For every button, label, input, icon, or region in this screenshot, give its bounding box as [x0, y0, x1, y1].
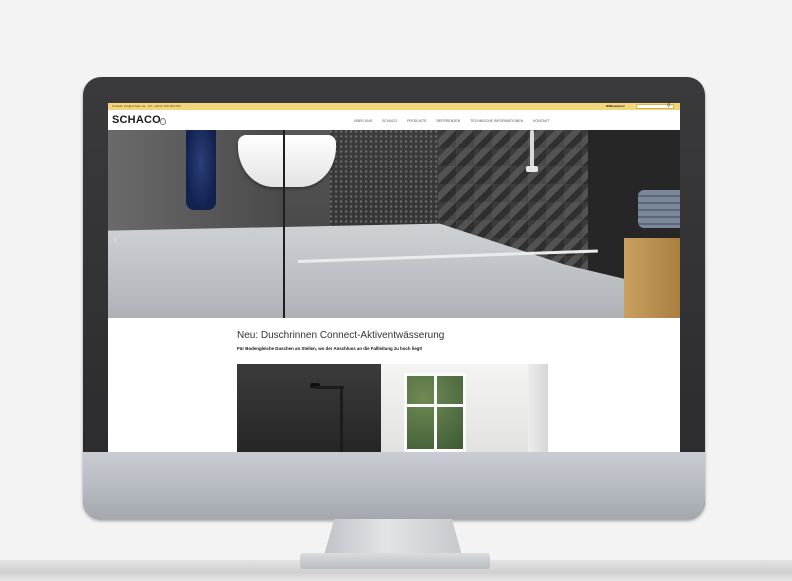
hero-towels	[638, 190, 680, 228]
website-screen: Kontakt: info@schaco.de · Tel. +49 (0) 0…	[108, 103, 680, 452]
nav-item-technische-informationen[interactable]: TECHNISCHE INFORMATIONEN	[470, 119, 523, 123]
bathroom-window	[404, 373, 466, 452]
shower-pipe	[340, 386, 343, 452]
hero-shower-rail	[530, 130, 534, 170]
nav-item-referenzen[interactable]: REFERENZEN	[437, 119, 461, 123]
monitor-stand-base	[300, 553, 490, 569]
product-image-shower[interactable]	[237, 364, 381, 452]
top-info-bar	[108, 103, 680, 110]
search-icon[interactable]: ⚲	[667, 103, 671, 110]
hero-shower-head	[526, 166, 538, 172]
bathroom-wall	[528, 364, 548, 452]
main-nav: ÜBER UNS SCHACO PRODUKTE REFERENZEN TECH…	[354, 119, 549, 123]
nav-item-schaco[interactable]: SCHACO	[382, 119, 397, 123]
page-headline: Neu: Duschrinnen Connect-Aktiventwässeru…	[237, 330, 445, 341]
nav-item-produkte[interactable]: PRODUKTE	[407, 119, 426, 123]
hero-slider[interactable]: ‹	[108, 130, 680, 318]
hero-toilet	[238, 135, 336, 187]
page-subline: Für Bodengleiche Duschen an Stellen, wo …	[237, 346, 423, 351]
hero-vase	[186, 130, 216, 210]
hero-glass-edge	[283, 130, 285, 318]
logo[interactable]: SCHACO	[112, 114, 161, 126]
nav-item-kontakt[interactable]: KONTAKT	[533, 119, 549, 123]
contact-text: Kontakt: info@schaco.de · Tel. +49 (0) 0…	[112, 104, 181, 108]
logo-drop-icon	[160, 118, 166, 125]
hero-wooden-stool	[624, 238, 680, 318]
slider-prev-arrow-icon[interactable]: ‹	[114, 235, 117, 244]
nav-item-ueber-uns[interactable]: ÜBER UNS	[354, 119, 372, 123]
welcome-label: Willkommen!	[606, 104, 625, 108]
monitor-chin	[83, 452, 705, 519]
